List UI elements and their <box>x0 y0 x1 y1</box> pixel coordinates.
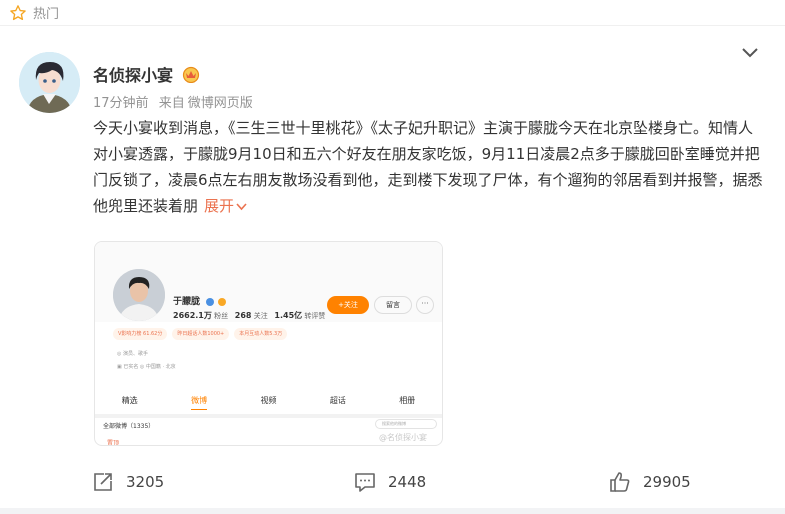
chevron-down-icon[interactable] <box>741 47 759 59</box>
profile-photo <box>113 269 165 321</box>
repost-icon <box>94 473 112 491</box>
profile-all-weibo: 全部微博（1335） <box>103 423 155 430</box>
crown-small-icon <box>218 297 227 306</box>
profile-tab: 视频 <box>260 396 277 405</box>
profile-message-button: 留言 <box>374 296 412 314</box>
crown-badge-icon <box>182 66 200 83</box>
profile-more-button: ··· <box>416 296 434 314</box>
feed-separator <box>0 508 785 514</box>
author-name[interactable]: 名侦探小宴 <box>93 62 173 86</box>
post-meta: 17分钟前 来自 微博网页版 <box>93 92 253 111</box>
following-label: 关注 <box>253 312 268 320</box>
author-row: 名侦探小宴 <box>93 62 201 86</box>
profile-name: 于朦胧 <box>173 294 227 307</box>
repost-count: 3205 <box>126 473 165 491</box>
profile-tag: 本月互动人数5.3万 <box>234 328 288 340</box>
author-avatar[interactable] <box>19 52 80 113</box>
like-button[interactable]: 29905 <box>609 471 691 493</box>
likes-label: 转评赞 <box>304 312 326 320</box>
image-watermark: @名侦探小宴 <box>379 433 427 442</box>
expand-link[interactable]: 展开 <box>204 197 247 215</box>
post-text: 今天小宴收到消息，《三生三世十里桃花》《太子妃升职记》主演于朦胧今天在北京坠楼身… <box>93 119 763 215</box>
post-source: 微博网页版 <box>187 96 253 111</box>
thumbs-up-icon <box>610 472 630 492</box>
profile-tabs: 精选 微博 视频 超话 相册 <box>95 395 442 410</box>
profile-pinned-mark: 置顶 <box>107 440 120 446</box>
post-body: 今天小宴收到消息，《三生三世十里桃花》《太子妃升职记》主演于朦胧今天在北京坠楼身… <box>93 115 765 219</box>
star-icon <box>10 4 26 20</box>
profile-tab-active: 微博 <box>191 395 208 410</box>
post-time[interactable]: 17分钟前 <box>93 96 149 111</box>
avatar-illustration <box>19 52 80 113</box>
hot-label: 热门 <box>33 7 60 22</box>
like-count: 29905 <box>643 473 691 491</box>
followers-label: 粉丝 <box>214 312 229 320</box>
profile-occupation: ◎ 演员、歌手 <box>117 351 148 357</box>
profile-tag: V影响力榜 61.62分 <box>113 328 168 340</box>
expand-label: 展开 <box>204 197 235 215</box>
comment-count: 2448 <box>388 473 427 491</box>
profile-search: 搜索他的微博 <box>375 419 437 429</box>
post-image[interactable]: 于朦胧 2662.1万 粉丝 268 关注 1.45亿 转评赞 +关注 留言 ·… <box>94 241 443 446</box>
profile-follow-button: +关注 <box>327 296 369 314</box>
profile-tab: 精选 <box>121 396 138 405</box>
profile-tag: 昨日超话人数1000+ <box>172 328 230 340</box>
following-value: 268 <box>234 311 252 320</box>
profile-name-text: 于朦胧 <box>173 297 201 307</box>
chevron-down-small-icon <box>236 203 247 211</box>
profile-stats: 2662.1万 粉丝 268 关注 1.45亿 转评赞 <box>173 310 325 321</box>
profile-tab: 相册 <box>399 396 416 405</box>
post-actions: 3205 2448 29905 <box>0 463 785 503</box>
likes-value: 1.45亿 <box>274 311 303 320</box>
profile-avatar <box>113 269 165 321</box>
verified-icon <box>206 297 215 306</box>
hot-section-header: 热门 <box>0 0 785 26</box>
post-source-prefix: 来自 <box>158 96 185 111</box>
comment-button[interactable]: 2448 <box>354 471 426 493</box>
followers-value: 2662.1万 <box>173 311 212 320</box>
repost-button[interactable]: 3205 <box>92 471 164 493</box>
profile-location: ▣ 已实名 ◎ 中国籍 · 北京 <box>117 364 176 370</box>
comment-icon <box>355 473 375 492</box>
profile-divider <box>95 414 442 418</box>
profile-tags: V影响力榜 61.62分 昨日超话人数1000+ 本月互动人数5.3万 <box>113 328 288 340</box>
profile-tab: 超话 <box>329 396 346 405</box>
